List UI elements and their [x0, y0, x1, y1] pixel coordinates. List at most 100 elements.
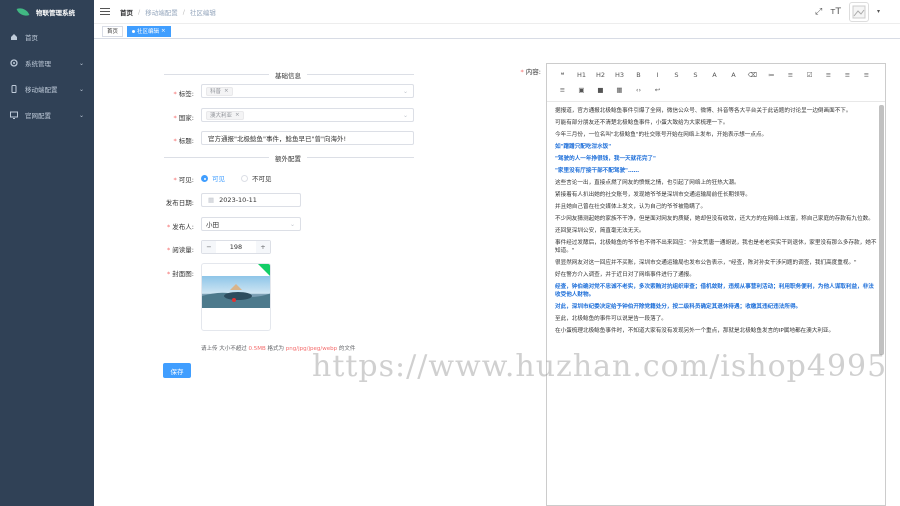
fullscreen-icon[interactable]: ⤢	[815, 7, 822, 17]
editor-paragraph: 据报道，官方通报北极鲶鱼事件引爆了全网，微信公众号、微博、抖音等各大平台关于此话…	[555, 108, 852, 114]
toolbar-button[interactable]: ⌫	[743, 67, 762, 82]
breadcrumb-item: 移动端配置	[145, 8, 178, 17]
toolbar-button[interactable]: I	[648, 67, 667, 82]
toolbar-button[interactable]: H1	[572, 67, 591, 82]
editor-paragraph: 紧接着有人扒出她的社交账号，发现她爷爷是深圳市交通运输局前任长期领导。	[555, 192, 751, 198]
chevron-down-icon: ⌄	[78, 85, 84, 93]
toolbar-button[interactable]: ≡	[857, 67, 876, 82]
country-select[interactable]: 澳大利亚 × ⌄	[201, 108, 414, 122]
toolbar-button[interactable]: ■	[591, 82, 610, 97]
sidebar-item-label: 系统管理	[25, 60, 51, 68]
editor-paragraph: 还回复深圳公安，简直毫无法无天。	[555, 228, 645, 234]
close-icon[interactable]: ×	[161, 28, 166, 34]
app-title: 物联管理系统	[36, 9, 75, 17]
label-author: * 发布人:	[167, 223, 194, 231]
editor-paragraph: 经查，钟伯确对党不忠诚不老实，多次索贿对抗组织审查；借机敛财，违规从事营利活动；…	[555, 284, 874, 298]
toolbar-button[interactable]: ↩	[648, 82, 667, 97]
monitor-icon	[10, 111, 18, 119]
avatar[interactable]	[848, 1, 869, 22]
label-date: 发布日期:	[165, 199, 194, 207]
sidebar: 物联管理系统 首页 系统管理 ⌄ 移动端配置 ⌄ 官网配置 ⌄	[0, 0, 94, 506]
toolbar-button[interactable]: B	[629, 67, 648, 82]
sidebar-item-home[interactable]: 首页	[0, 24, 94, 50]
breadcrumb: 首页 / 移动端配置 / 社区编辑	[120, 7, 216, 17]
form-content: 基础信息 * 标签: 科普 × ⌄ * 国家: 澳大利亚 × ⌄ * 标题: 官方通报"北…	[94, 39, 900, 506]
editor-paragraph: 这些言论一出，直接点燃了网友的愤慨之情，也引起了网络上的狂热大潮。	[555, 180, 740, 186]
toolbar-button[interactable]: ‹›	[629, 82, 648, 97]
editor-paragraph: "家里没有厅接干部不配驾驶"……	[555, 168, 640, 174]
rich-text-editor[interactable]: ❝ H1 H2 H3 B I S S A A ⌫ ≔ ≡ ☑ ≡ ≡ ≡ ≡ ▣ ■ ▦ ‹› ↩ 据报道，官方通报北极鲶鱼…	[546, 63, 886, 506]
sidebar-item-label: 官网配置	[25, 112, 51, 120]
toolbar-button[interactable]: H2	[591, 67, 610, 82]
cover-upload[interactable]	[201, 263, 271, 331]
label-visible: * 可见:	[173, 176, 194, 184]
editor-content[interactable]: 据报道，官方通报北极鲶鱼事件引爆了全网，微信公众号、微博、抖音等各大平台关于此话…	[547, 103, 885, 505]
save-button[interactable]: 保存	[163, 363, 191, 378]
toolbar-button[interactable]: S	[667, 67, 686, 82]
editor-paragraph: 不少网友猜测起她的家族不干净，但是面对网友的质疑，她却但没有收敛，还大方的在网络…	[555, 216, 874, 222]
label-country: * 国家:	[173, 114, 194, 122]
editor-scrollbar[interactable]	[879, 105, 884, 355]
tag-home[interactable]: 首页	[102, 25, 124, 37]
label-content: * 内容:	[520, 68, 541, 76]
sidebar-item-system[interactable]: 系统管理 ⌄	[0, 50, 94, 76]
success-corner-icon	[258, 264, 270, 276]
font-size-icon[interactable]: ᴛT	[830, 7, 841, 17]
breadcrumb-item[interactable]: 首页	[120, 7, 133, 17]
tag-label: 社区编辑	[137, 29, 160, 35]
chevron-down-icon: ⌄	[402, 87, 408, 95]
tag-community-edit[interactable]: 社区编辑 ×	[127, 25, 171, 37]
dashboard-icon	[10, 33, 18, 41]
watermark: https://www.huzhan.com/ishop4995	[312, 349, 888, 384]
date-picker[interactable]: ▦ 2023-10-11	[201, 193, 301, 207]
toolbar-button[interactable]: ▦	[610, 82, 629, 97]
toolbar-button[interactable]: ≡	[819, 67, 838, 82]
label-tags: * 标签:	[173, 90, 194, 98]
editor-paragraph: 今年三月份，一位名叫"北极鲶鱼"的社交账号开始在网络上发布，开始表示想一点点。	[555, 132, 768, 138]
close-icon[interactable]: ×	[235, 112, 240, 118]
toolbar-button[interactable]: ☑	[800, 67, 819, 82]
sidebar-item-website[interactable]: 官网配置 ⌄	[0, 102, 94, 128]
editor-paragraph: 如"蹭蹭只配吃泔水饭"	[555, 144, 612, 150]
sidebar-item-mobile[interactable]: 移动端配置 ⌄	[0, 76, 94, 102]
editor-paragraph: 好在警方介入调查，并于近日对了网络事件进行了通报。	[555, 272, 695, 278]
radio-invisible[interactable]: 不可见	[241, 173, 272, 183]
reads-stepper[interactable]: − 198 +	[201, 240, 271, 254]
toolbar-button[interactable]: A	[705, 67, 724, 82]
calendar-icon: ▦	[208, 196, 215, 204]
editor-paragraph: 至此，北极鲶鱼的事件可以说是告一段落了。	[555, 316, 667, 322]
logo-icon	[16, 7, 30, 17]
toolbar-button[interactable]: ❝	[553, 67, 572, 82]
navbar-right: ⤢ ᴛT ▾	[815, 1, 900, 22]
title-input[interactable]: 官方通报"北极鲶鱼"事件，鲶鱼早已"曾"向海外!	[201, 131, 414, 145]
plus-button[interactable]: +	[256, 241, 270, 253]
editor-paragraph: 在小蛋梳理北极鲶鱼事件时，不知道大家有没有发现另外一个重点，那就是北极鲶鱼发言的…	[555, 328, 835, 334]
close-icon[interactable]: ×	[224, 88, 229, 94]
caret-down-icon[interactable]: ▾	[877, 8, 880, 15]
toolbar-button[interactable]: A	[724, 67, 743, 82]
toolbar-button[interactable]: ≔	[762, 67, 781, 82]
author-select[interactable]: 小田 ⌄	[201, 217, 301, 231]
chevron-down-icon: ⌄	[78, 59, 84, 67]
reads-value[interactable]: 198	[216, 243, 256, 251]
hamburger-icon[interactable]	[100, 8, 110, 15]
toolbar-button[interactable]: ≡	[838, 67, 857, 82]
gear-icon	[10, 59, 18, 67]
radio-label: 不可见	[252, 175, 272, 183]
toolbar-button[interactable]: S	[686, 67, 705, 82]
tag-chip: 科普 ×	[206, 86, 233, 96]
tags-select[interactable]: 科普 × ⌄	[201, 84, 414, 98]
sidebar-item-label: 移动端配置	[25, 86, 58, 94]
toolbar-button[interactable]: ≡	[553, 82, 572, 97]
toolbar-button[interactable]: ≡	[781, 67, 800, 82]
toolbar-button[interactable]: ▣	[572, 82, 591, 97]
label-title: * 标题:	[173, 137, 194, 145]
minus-button[interactable]: −	[202, 241, 216, 253]
cover-image	[202, 276, 270, 308]
editor-paragraph: 可能有部分朋友还不清楚北极鲶鱼事件，小蛋大致给为大家梳理一下。	[555, 120, 729, 126]
mobile-icon	[10, 85, 18, 93]
radio-visible[interactable]: 可见	[201, 173, 225, 183]
toolbar-button[interactable]: H3	[610, 67, 629, 82]
navbar: 首页 / 移动端配置 / 社区编辑 ⤢ ᴛT ▾	[94, 0, 900, 24]
editor-paragraph: 对此，深圳市纪委决定给予钟伯开除党籍处分，按二级科员确定其退休待遇；收缴其违纪违…	[555, 304, 802, 310]
